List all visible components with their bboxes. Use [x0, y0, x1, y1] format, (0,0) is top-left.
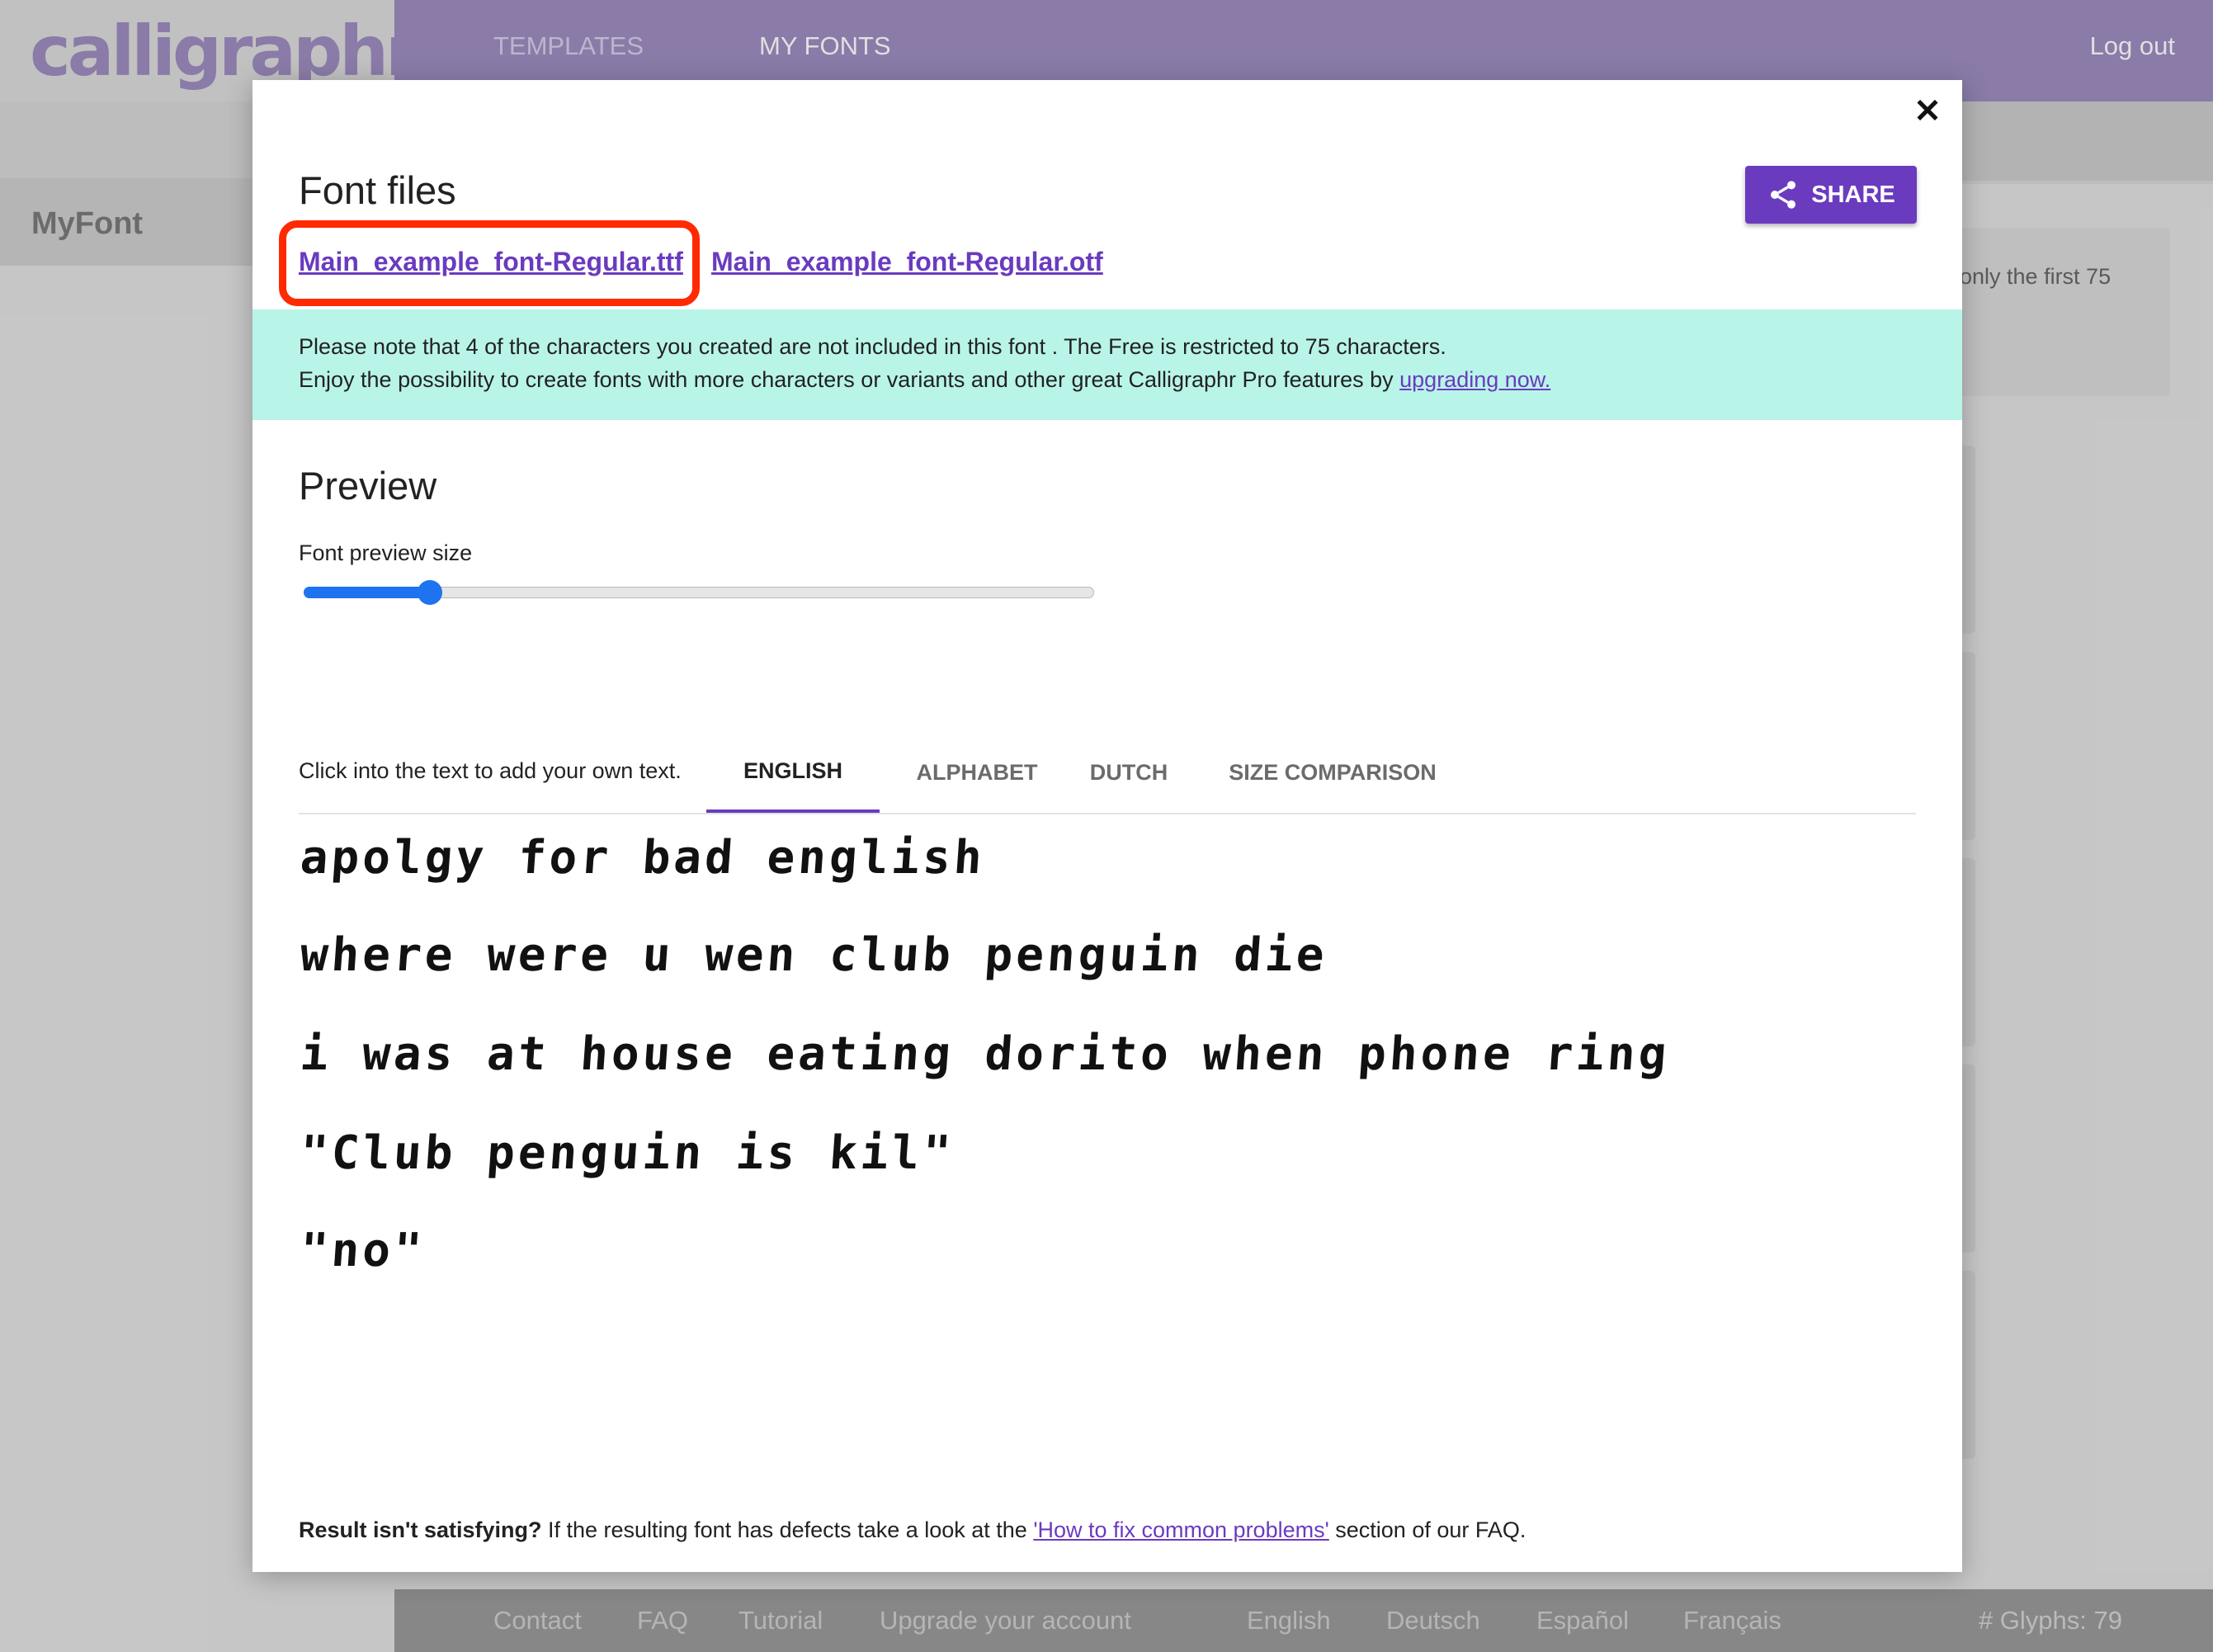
tab-english[interactable]: ENGLISH — [706, 732, 880, 813]
close-icon[interactable]: ✕ — [1909, 88, 1946, 135]
preview-line[interactable]: "Club penguin is kil" — [299, 1126, 956, 1180]
result-tail: section of our FAQ. — [1328, 1517, 1526, 1542]
font-files-modal: ✕ Font files SHARE Main_example_font-Reg… — [252, 80, 1962, 1572]
highlight-box — [279, 220, 700, 306]
font-size-slider-thumb[interactable] — [418, 580, 442, 605]
preview-hint: Click into the text to add your own text… — [299, 758, 682, 783]
preview-line[interactable]: apolgy for bad english — [299, 831, 987, 885]
info-line-1: Please note that 4 of the characters you… — [299, 334, 1446, 359]
preview-line[interactable]: "no" — [299, 1224, 427, 1277]
share-icon — [1771, 181, 1796, 209]
result-text: If the resulting font has defects take a… — [541, 1517, 1034, 1542]
tab-alphabet[interactable]: ALPHABET — [896, 732, 1058, 813]
share-label: SHARE — [1811, 181, 1895, 208]
upgrade-link[interactable]: upgrading now. — [1399, 367, 1550, 392]
info-banner: Please note that 4 of the characters you… — [252, 309, 1962, 420]
download-otf-link[interactable]: Main_example_font-Regular.otf — [711, 247, 1103, 277]
font-size-slider-fill — [304, 587, 430, 598]
share-button[interactable]: SHARE — [1745, 166, 1917, 224]
tab-dutch[interactable]: DUTCH — [1063, 732, 1195, 813]
preview-line[interactable]: where were u wen club penguin die — [299, 928, 1329, 982]
font-size-label: Font preview size — [299, 540, 473, 565]
info-line-2-text: Enjoy the possibility to create fonts wi… — [299, 367, 1400, 392]
font-files-title: Font files — [299, 168, 456, 212]
preview-title: Preview — [299, 464, 437, 507]
result-bold: Result isn't satisfying? — [299, 1517, 542, 1542]
result-note: Result isn't satisfying? If the resultin… — [299, 1517, 1526, 1543]
tab-size-comparison[interactable]: SIZE COMPARISON — [1213, 732, 1452, 813]
info-line-2: Enjoy the possibility to create fonts wi… — [299, 367, 1550, 393]
faq-problems-link[interactable]: 'How to fix common problems' — [1033, 1517, 1328, 1542]
preview-line[interactable]: i was at house eating dorito when phone … — [299, 1027, 1672, 1081]
